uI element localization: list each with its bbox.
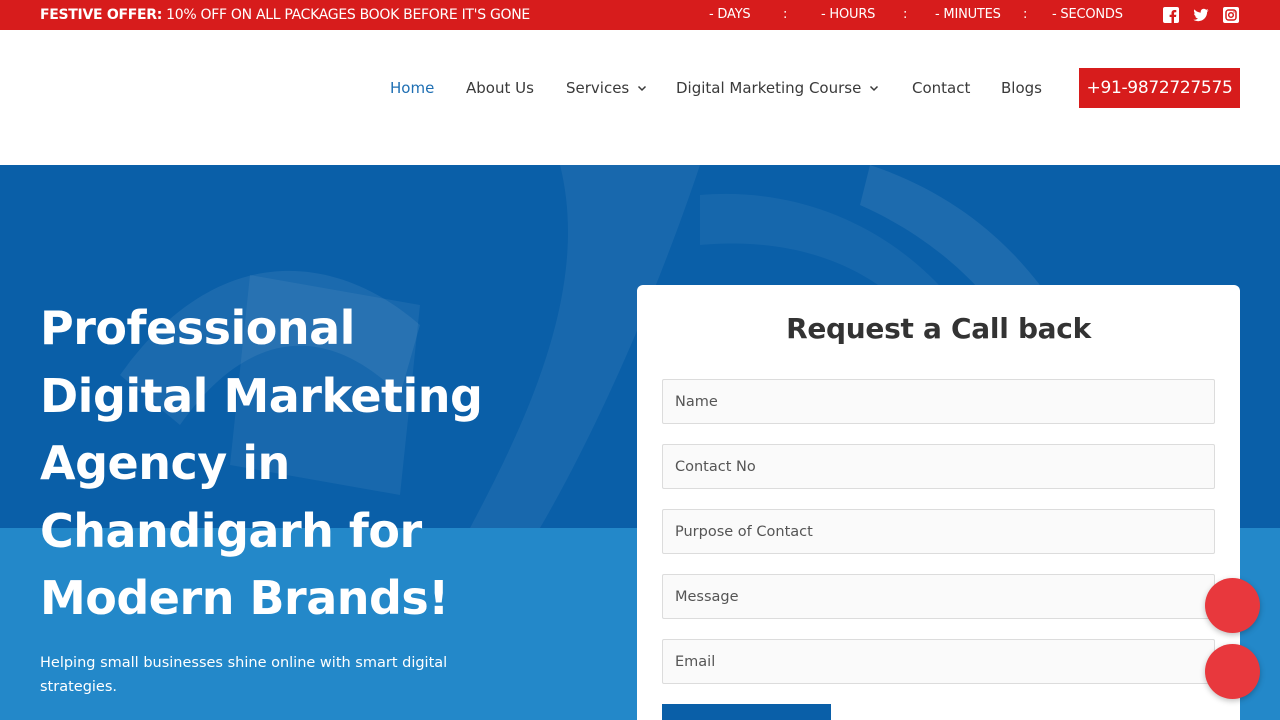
- floating-action-button[interactable]: [1205, 578, 1260, 633]
- offer-bar: FESTIVE OFFER: 10% OFF ON ALL PACKAGES B…: [0, 0, 1280, 30]
- floating-action-button[interactable]: [1205, 644, 1260, 699]
- offer-details: 10% OFF ON ALL PACKAGES BOOK BEFORE IT'S…: [162, 7, 530, 23]
- countdown-separator: :: [1023, 7, 1028, 22]
- countdown-separator: :: [783, 7, 788, 22]
- nav-blogs-label: Blogs: [1001, 79, 1042, 97]
- email-field[interactable]: [662, 639, 1215, 684]
- nav-course-label: Digital Marketing Course: [676, 79, 862, 97]
- facebook-icon[interactable]: [1163, 7, 1179, 23]
- nav-contact[interactable]: Contact: [912, 78, 970, 98]
- phone-button[interactable]: +91-9872727575: [1079, 68, 1240, 108]
- hero-heading: Professional Digital Marketing Agency in…: [40, 295, 580, 633]
- contact-field[interactable]: [662, 444, 1215, 489]
- chevron-down-icon: [637, 83, 647, 93]
- twitter-icon[interactable]: [1193, 7, 1209, 23]
- countdown-seconds: - SECONDS: [1052, 7, 1123, 22]
- hero-subtitle: Helping small businesses shine online wi…: [40, 655, 448, 695]
- nav-home-label: Home: [390, 79, 435, 97]
- form-title: Request a Call back: [786, 312, 1091, 345]
- nav-home[interactable]: Home: [390, 78, 434, 98]
- countdown-minutes: - MINUTES: [935, 7, 1001, 22]
- nav-digital-marketing-course[interactable]: Digital Marketing Course: [676, 78, 879, 98]
- nav-about-label: About Us: [466, 79, 534, 97]
- instagram-icon[interactable]: [1223, 7, 1239, 23]
- submit-button[interactable]: [662, 704, 831, 720]
- hero-heading-line: Professional: [40, 301, 355, 355]
- name-field[interactable]: [662, 379, 1215, 424]
- nav-blogs[interactable]: Blogs: [1001, 78, 1042, 98]
- chevron-down-icon: [869, 83, 879, 93]
- nav-services[interactable]: Services: [566, 78, 647, 98]
- hero-heading-line: Chandigarh for: [40, 503, 422, 558]
- hero-heading-line: Agency in: [40, 436, 290, 490]
- countdown-hours: - HOURS: [821, 7, 876, 22]
- hero-heading-line: Modern Brands!: [40, 571, 449, 625]
- callback-form: Request a Call back: [637, 285, 1240, 720]
- site-header: Home About Us Services Digital Marketing…: [0, 30, 1280, 165]
- nav-about-us[interactable]: About Us: [466, 78, 534, 98]
- countdown-separator: :: [903, 7, 908, 22]
- nav-services-label: Services: [566, 79, 630, 97]
- offer-label: FESTIVE OFFER:: [40, 7, 163, 23]
- countdown-days: - DAYS: [709, 7, 751, 22]
- hero-heading-line: Digital Marketing: [40, 368, 483, 423]
- nav-contact-label: Contact: [912, 79, 971, 97]
- purpose-field[interactable]: [662, 509, 1215, 554]
- message-field[interactable]: [662, 574, 1215, 619]
- offer-text: FESTIVE OFFER: 10% OFF ON ALL PACKAGES B…: [40, 0, 530, 30]
